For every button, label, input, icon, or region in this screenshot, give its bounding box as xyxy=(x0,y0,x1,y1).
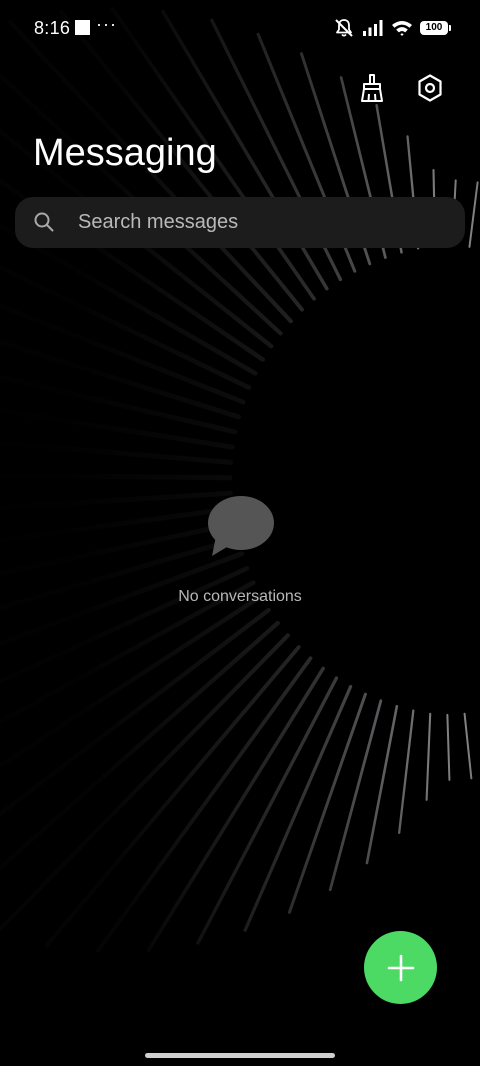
cellular-signal-icon xyxy=(363,20,383,36)
home-indicator[interactable] xyxy=(145,1053,335,1058)
status-bar: 8:16 ··· 100 xyxy=(0,0,480,56)
empty-state-text: No conversations xyxy=(178,588,302,605)
page-title: Messaging xyxy=(33,132,217,174)
broom-icon xyxy=(361,74,383,102)
search-icon xyxy=(34,212,54,232)
status-time: 8:16 xyxy=(34,18,71,38)
notification-square-icon xyxy=(75,20,90,35)
chat-bubble-icon xyxy=(208,496,274,556)
settings-button[interactable] xyxy=(410,68,450,108)
search-bar[interactable] xyxy=(15,197,465,248)
status-icons: 100 xyxy=(333,16,451,40)
plus-icon xyxy=(387,954,414,981)
battery-icon: 100 xyxy=(420,21,451,35)
silent-mode-icon xyxy=(335,19,353,37)
gear-icon xyxy=(418,74,442,102)
wifi-icon xyxy=(392,21,412,36)
more-notifications-indicator: ··· xyxy=(96,14,117,34)
clean-up-button[interactable] xyxy=(352,68,392,108)
search-input[interactable] xyxy=(78,197,458,248)
new-message-button[interactable] xyxy=(364,931,437,1004)
